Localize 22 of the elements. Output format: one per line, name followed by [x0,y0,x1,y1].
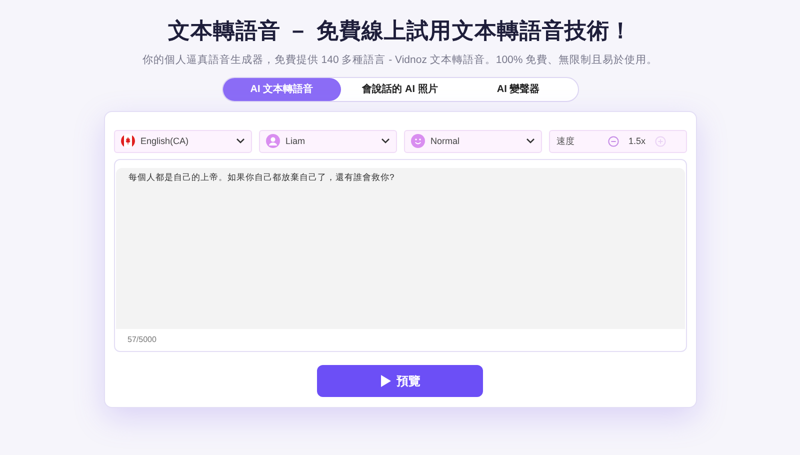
dropdown-select[interactable]: Normal [404,130,542,153]
text-input-field[interactable]: 每個人都是自己的上帝。如果你自己都放棄自己了，還有誰會救你? [116,168,684,329]
tab[interactable]: AI 變聲器 [459,78,578,101]
canada-flag-icon [120,134,134,148]
plus-button[interactable] [654,136,666,147]
page-subtitle: 你的個人逼真語音生成器，免費提供 140 多種語言 - Vidnoz 文本轉語音。100% 免費、無限制且易於使用。 [142,53,658,68]
speed-value: 1.5x [628,134,646,148]
chevron-down-icon [526,138,534,144]
tab[interactable]: 會說話的 AI 照片 [340,78,460,101]
tab[interactable]: AI 文本轉語音 [222,78,341,101]
page-heading: 文本轉語音 － 免費線上試用文本轉語音技術！ [168,17,632,45]
play-icon [380,374,390,387]
dropdown-select[interactable]: Liam [258,130,396,153]
minus-button[interactable] [608,136,620,147]
smiley-icon [410,134,424,148]
person-avatar-icon [266,134,280,148]
chevron-down-icon [380,138,390,144]
character-count: 57/5000 [128,334,158,346]
preview-button[interactable]: 預覽 [317,364,483,397]
chevron-down-icon [236,138,244,144]
speed-control: 速度 1.5x [548,130,686,153]
dropdown-select[interactable]: English(CA) [114,130,252,153]
